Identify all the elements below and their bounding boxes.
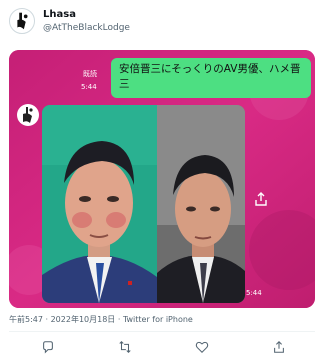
read-receipt-label: 既読: [83, 70, 97, 78]
abstract-logo-icon: [17, 12, 28, 30]
share-icon[interactable]: [272, 340, 286, 354]
avatar[interactable]: [9, 8, 35, 34]
divider: [9, 331, 315, 332]
sender-avatar: [17, 104, 39, 126]
comparison-photo[interactable]: [42, 105, 245, 303]
display-name[interactable]: Lhasa: [43, 9, 76, 21]
photo-time: 5:44: [246, 289, 262, 297]
like-icon[interactable]: [195, 340, 209, 354]
tweet-timestamp[interactable]: 午前5:47 · 2022年10月18日 · Twitter for iPhon…: [9, 314, 193, 325]
retweet-icon[interactable]: [118, 340, 132, 354]
user-handle[interactable]: @AtTheBlackLodge: [43, 23, 130, 34]
two-portraits-image: [42, 105, 245, 303]
message-time: 5:44: [81, 83, 97, 91]
tweet-media-image[interactable]: 既読 5:44 安倍晋三にそっくりのAV男優、ハメ晋三 5:44: [9, 50, 315, 308]
tweet-header: Lhasa @AtTheBlackLodge: [0, 0, 325, 44]
chat-message-bubble: 安倍晋三にそっくりのAV男優、ハメ晋三: [111, 58, 311, 98]
share-icon[interactable]: [253, 191, 269, 207]
tweet-actions: [0, 338, 325, 356]
reply-icon[interactable]: [41, 340, 55, 354]
sender-figure-icon: [23, 107, 33, 123]
